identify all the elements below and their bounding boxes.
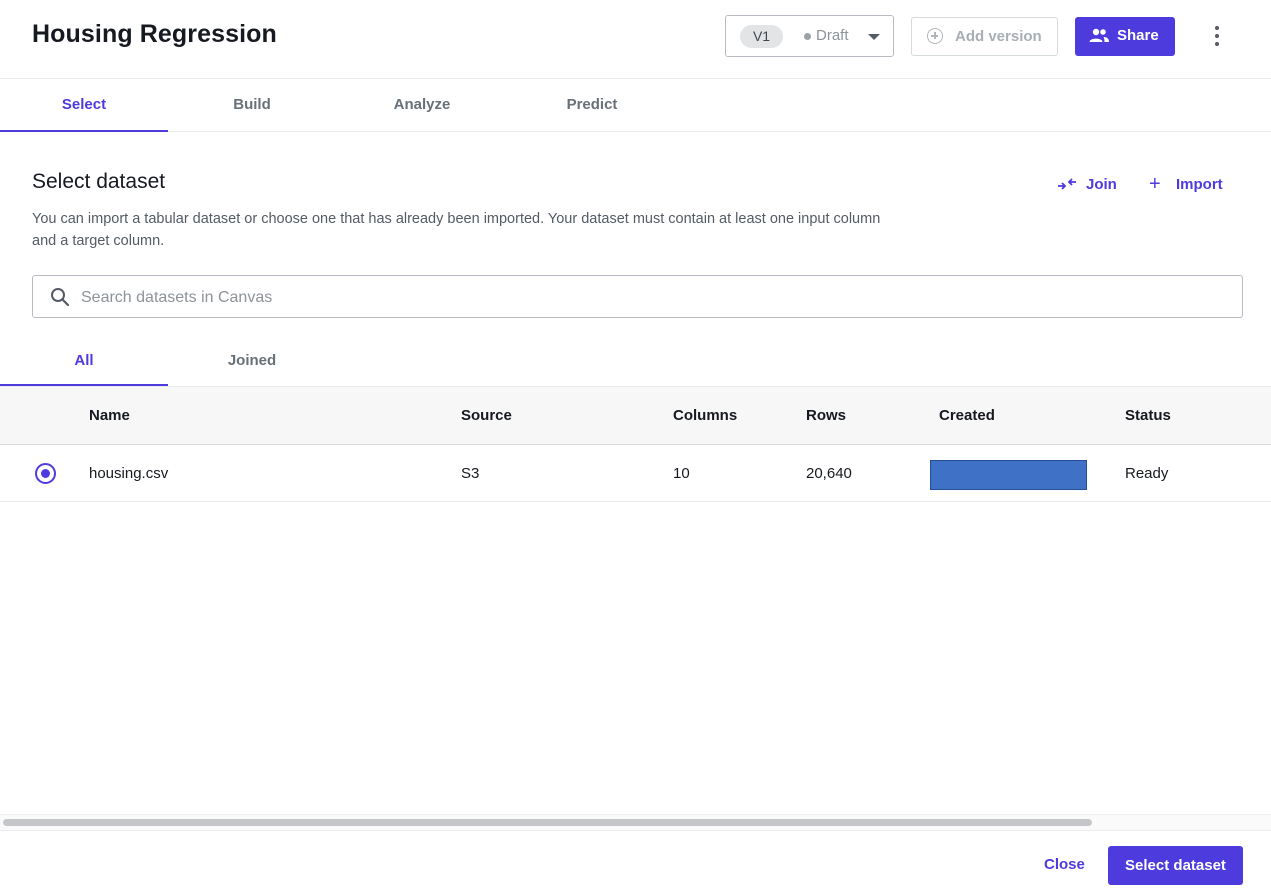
share-button[interactable]: Share xyxy=(1075,17,1175,56)
kebab-menu-icon[interactable] xyxy=(1210,24,1224,48)
dataset-columns: 10 xyxy=(673,465,690,482)
workflow-tabs: Select Build Analyze Predict xyxy=(0,79,1271,132)
version-status: Draft xyxy=(816,27,849,44)
search-input[interactable] xyxy=(79,277,1223,318)
search-box xyxy=(32,275,1243,318)
tab-all[interactable]: All xyxy=(0,338,168,386)
section-title: Select dataset xyxy=(32,170,166,193)
scrollbar-thumb[interactable] xyxy=(3,819,1092,826)
tab-select[interactable]: Select xyxy=(0,79,168,132)
close-button[interactable]: Close xyxy=(1044,856,1085,873)
app-title: Housing Regression xyxy=(32,20,277,48)
tab-analyze[interactable]: Analyze xyxy=(338,79,506,131)
tab-predict[interactable]: Predict xyxy=(508,79,676,131)
dataset-name: housing.csv xyxy=(89,465,169,482)
table-row[interactable]: housing.csv S3 10 20,640 Ready xyxy=(0,445,1271,502)
column-header-created[interactable]: Created xyxy=(939,407,995,424)
users-icon xyxy=(1089,28,1109,42)
dataset-status: Ready xyxy=(1125,465,1169,482)
join-label: Join xyxy=(1086,176,1117,193)
chevron-down-icon xyxy=(868,34,880,40)
select-dataset-button[interactable]: Select dataset xyxy=(1108,846,1243,885)
created-date-redacted xyxy=(930,460,1087,490)
dataset-rows: 20,640 xyxy=(806,465,852,482)
column-header-columns[interactable]: Columns xyxy=(673,407,737,424)
column-header-name[interactable]: Name xyxy=(89,407,130,424)
version-dropdown[interactable]: V1 Draft xyxy=(725,15,894,57)
radio-selected-icon[interactable] xyxy=(35,463,56,484)
version-badge: V1 xyxy=(740,25,783,48)
status-dot-icon xyxy=(804,33,811,40)
dataset-source: S3 xyxy=(461,465,480,482)
join-icon xyxy=(1058,178,1076,190)
plus-icon: + xyxy=(1149,173,1161,195)
column-header-rows[interactable]: Rows xyxy=(806,407,846,424)
tab-build[interactable]: Build xyxy=(168,79,336,131)
plus-circle-icon xyxy=(927,28,943,44)
search-icon xyxy=(51,288,70,307)
add-version-label: Add version xyxy=(955,28,1042,45)
section-description: You can import a tabular dataset or choo… xyxy=(32,211,881,249)
table-header: Name Source Columns Rows Created Status xyxy=(0,386,1271,445)
page-header: Housing Regression V1 Draft Add version … xyxy=(0,0,1271,79)
column-header-source[interactable]: Source xyxy=(461,407,512,424)
dataset-filter-tabs: All Joined xyxy=(0,338,1271,386)
import-label: Import xyxy=(1176,176,1223,193)
add-version-button[interactable]: Add version xyxy=(911,17,1058,56)
footer-divider xyxy=(0,830,1271,831)
tab-joined[interactable]: Joined xyxy=(168,338,336,385)
share-label: Share xyxy=(1117,27,1159,44)
column-header-status[interactable]: Status xyxy=(1125,407,1171,424)
